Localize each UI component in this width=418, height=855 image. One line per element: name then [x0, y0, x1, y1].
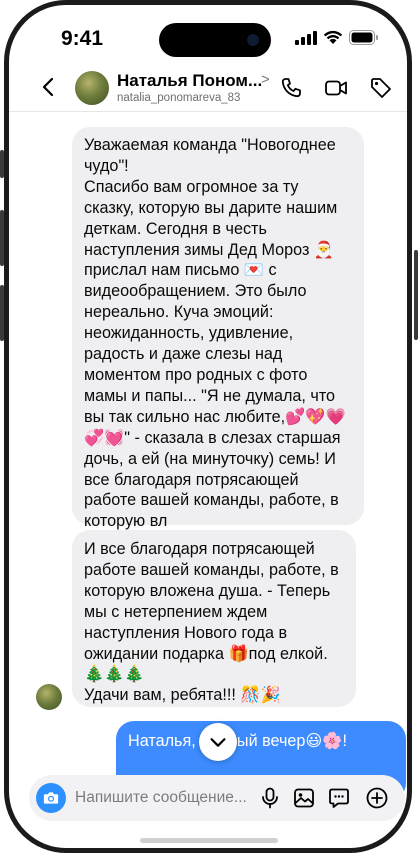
contact-name[interactable]: Наталья Поном...: [117, 71, 262, 91]
chevron-right-icon: >: [261, 71, 270, 88]
front-camera: [247, 34, 259, 46]
video-camera-icon[interactable]: [324, 76, 348, 100]
microphone-icon[interactable]: [258, 786, 282, 810]
camera-icon: [43, 792, 59, 804]
cellular-signal-icon: [295, 30, 317, 45]
wifi-icon: [323, 30, 343, 44]
incoming-message[interactable]: Уважаемая команда "Новогоднее чудо"! Спа…: [72, 127, 364, 530]
dynamic-island: [159, 23, 271, 57]
status-time: 9:41: [61, 27, 104, 50]
status-icons: [295, 30, 379, 45]
message-input[interactable]: Напишите сообщение...: [75, 789, 247, 807]
chevron-down-icon: [210, 738, 226, 747]
phone-icon[interactable]: [279, 76, 303, 100]
sticker-icon[interactable]: [327, 786, 351, 810]
contact-username: natalia_ponomareva_83: [117, 92, 241, 104]
tag-icon[interactable]: [369, 76, 393, 100]
side-button-power: [414, 250, 418, 340]
gallery-icon[interactable]: [292, 786, 316, 810]
battery-icon: [349, 30, 378, 45]
plus-icon[interactable]: [365, 786, 389, 810]
back-arrow-icon[interactable]: [37, 75, 61, 99]
message-composer: Напишите сообщение...: [29, 775, 405, 821]
sender-avatar[interactable]: [36, 684, 62, 710]
contact-avatar[interactable]: [75, 71, 109, 105]
camera-button[interactable]: [36, 783, 66, 813]
scroll-to-bottom-button[interactable]: [199, 723, 237, 761]
phone-frame: 9:41 Наталья Поном... > natalia_ponomare…: [4, 0, 412, 853]
chat-header: Наталья Поном... > natalia_ponomareva_83: [9, 65, 407, 112]
home-indicator: [140, 838, 278, 843]
incoming-message[interactable]: И все благодаря потрясающей работе вашей…: [72, 530, 356, 707]
